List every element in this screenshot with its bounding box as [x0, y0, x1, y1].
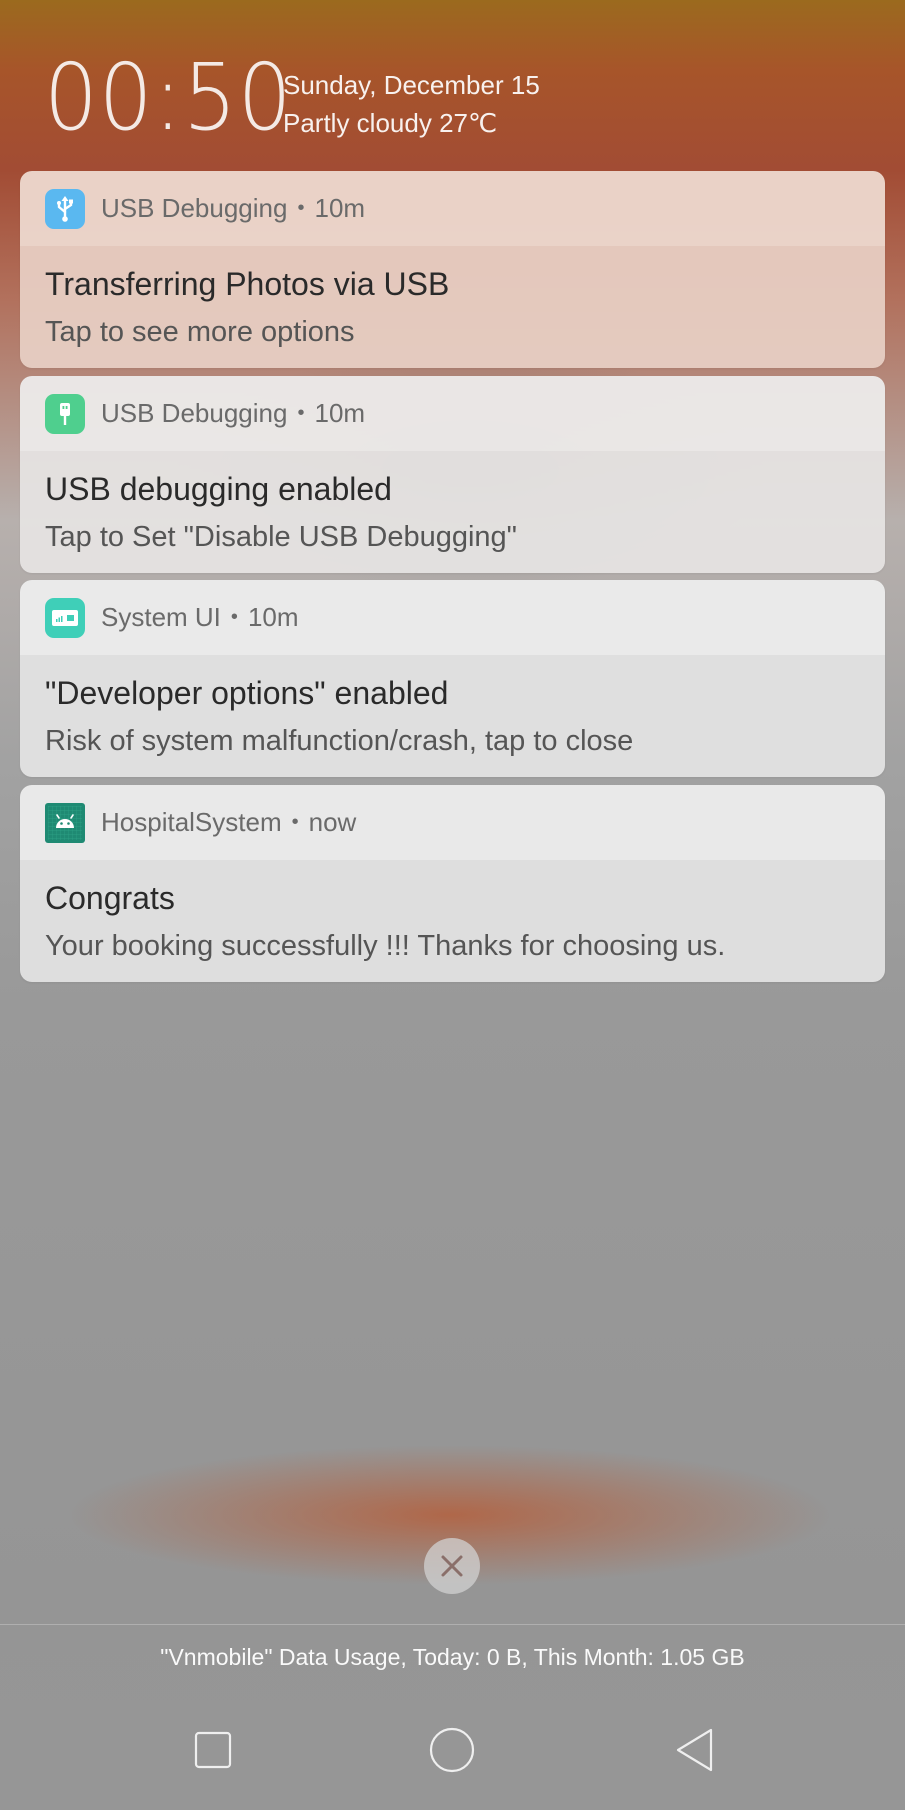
notification-header: USB Debugging • 10m	[20, 376, 885, 451]
android-usb-icon	[45, 393, 85, 434]
date-weather-block: Sunday, December 15 Partly cloudy 27℃	[283, 66, 540, 142]
notification-time: 10m	[314, 193, 366, 223]
notification-title: "Developer options" enabled	[45, 675, 449, 711]
data-usage-text: "Vnmobile" Data Usage, Today: 0 B, This …	[160, 1644, 745, 1670]
notification-text: Tap to Set "Disable USB Debugging"	[45, 521, 517, 553]
notification-body: Congrats Your booking successfully !!! T…	[20, 860, 885, 982]
back-button[interactable]	[660, 1720, 730, 1780]
separator-dot: •	[297, 197, 305, 219]
home-button[interactable]	[417, 1720, 487, 1780]
usb-icon	[45, 188, 85, 229]
recents-button[interactable]	[178, 1720, 248, 1780]
notification-hospital-system[interactable]: HospitalSystem • now Congrats Your booki…	[20, 785, 885, 982]
notification-time: 10m	[314, 398, 366, 428]
square-icon	[194, 1731, 232, 1769]
notification-app-name: USB Debugging	[101, 398, 288, 428]
divider	[0, 1624, 905, 1625]
notification-app-name: USB Debugging	[101, 193, 288, 223]
notification-body: Transferring Photos via USB Tap to see m…	[20, 246, 885, 368]
clear-all-button[interactable]	[424, 1538, 480, 1594]
separator-dot: •	[230, 606, 238, 628]
notification-header: System UI • 10m	[20, 580, 885, 655]
notification-app-name: HospitalSystem	[101, 807, 282, 837]
notification-body: "Developer options" enabled Risk of syst…	[20, 655, 885, 777]
notification-app-name: System UI	[101, 602, 221, 632]
notification-header: USB Debugging • 10m	[20, 171, 885, 246]
notification-title: Transferring Photos via USB	[45, 266, 450, 302]
notification-time: now	[308, 807, 357, 837]
notification-body: USB debugging enabled Tap to Set "Disabl…	[20, 451, 885, 573]
notification-header: HospitalSystem • now	[20, 785, 885, 860]
notification-time: 10m	[247, 602, 299, 632]
android-app-icon	[45, 802, 85, 843]
notification-text: Your booking successfully !!! Thanks for…	[45, 930, 726, 962]
close-icon	[441, 1555, 463, 1577]
notification-usb-debugging[interactable]: USB Debugging • 10m USB debugging enable…	[20, 376, 885, 573]
notification-title: USB debugging enabled	[45, 471, 392, 507]
weather-text: Partly cloudy 27℃	[283, 108, 498, 138]
triangle-back-icon	[676, 1728, 713, 1772]
notification-developer-options[interactable]: System UI • 10m "Developer options" enab…	[20, 580, 885, 777]
separator-dot: •	[297, 402, 305, 424]
developer-options-icon	[45, 597, 85, 638]
lockscreen-clock: 00:50	[44, 44, 293, 151]
notification-title: Congrats	[45, 880, 175, 916]
separator-dot: •	[291, 811, 299, 833]
date-text: Sunday, December 15	[283, 70, 540, 100]
notification-text: Tap to see more options	[45, 316, 355, 348]
navigation-bar	[0, 1700, 905, 1810]
circle-icon	[429, 1727, 475, 1773]
notification-text: Risk of system malfunction/crash, tap to…	[45, 725, 634, 757]
notification-usb-transfer[interactable]: USB Debugging • 10m Transferring Photos …	[20, 171, 885, 368]
